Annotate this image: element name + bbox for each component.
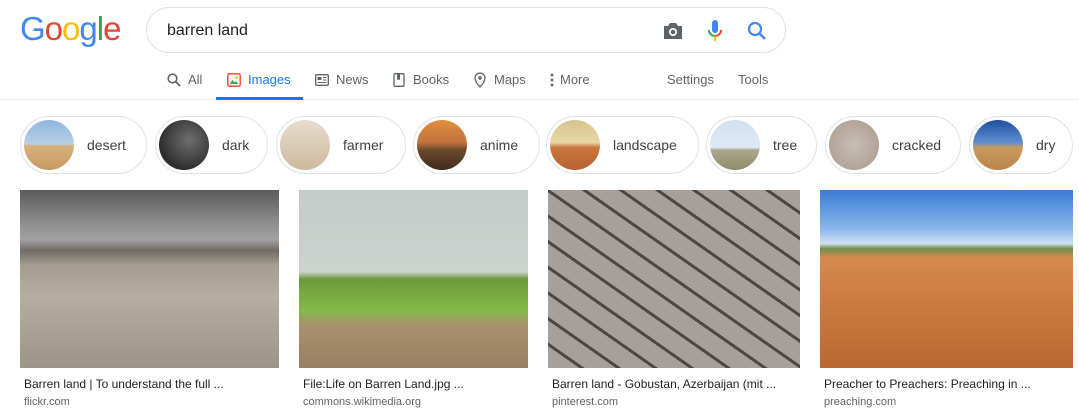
logo-letter: o: [44, 10, 63, 47]
result-title[interactable]: Preacher to Preachers: Preaching in ...: [820, 377, 1073, 391]
logo-letter: G: [20, 10, 46, 47]
result-title[interactable]: Barren land - Gobustan, Azerbaijan (mit …: [548, 377, 800, 391]
logo-letter: e: [103, 10, 121, 47]
search-icon[interactable]: [745, 19, 769, 43]
microphone-icon[interactable]: [703, 19, 727, 43]
images-icon: [226, 72, 242, 88]
chip-label: farmer: [343, 137, 384, 153]
tab-label: More: [560, 72, 590, 87]
chip-thumbnail: [829, 120, 879, 170]
map-pin-icon: [472, 71, 488, 88]
image-result[interactable]: File:Life on Barren Land.jpg ... commons…: [299, 190, 528, 408]
logo-letter: o: [62, 10, 80, 47]
image-result[interactable]: Barren land | To understand the full ...…: [20, 190, 279, 408]
chip-anime[interactable]: anime: [413, 116, 540, 174]
result-source[interactable]: flickr.com: [20, 396, 279, 408]
camera-icon[interactable]: [661, 19, 685, 43]
chip-label: anime: [480, 137, 519, 153]
chip-desert[interactable]: desert: [20, 116, 147, 174]
image-result[interactable]: Barren land - Gobustan, Azerbaijan (mit …: [548, 190, 800, 408]
tab-news[interactable]: News: [314, 60, 369, 99]
chip-farmer[interactable]: farmer: [276, 116, 406, 174]
chip-thumbnail: [280, 120, 330, 170]
news-icon: [314, 72, 330, 88]
chip-cracked[interactable]: cracked: [825, 116, 961, 174]
chip-thumbnail: [417, 120, 467, 170]
result-thumbnail[interactable]: [299, 190, 528, 368]
tab-label: Images: [248, 72, 291, 87]
result-source[interactable]: commons.wikimedia.org: [299, 396, 528, 408]
chip-thumbnail: [973, 120, 1023, 170]
tab-more[interactable]: More: [548, 60, 590, 99]
chip-label: landscape: [613, 137, 677, 153]
result-source[interactable]: preaching.com: [820, 396, 1073, 408]
book-icon: [391, 72, 407, 88]
related-search-chips: desert dark farmer anime landscape tree …: [0, 116, 1079, 174]
chip-thumbnail: [159, 120, 209, 170]
tab-settings[interactable]: Settings: [667, 60, 714, 99]
result-title[interactable]: File:Life on Barren Land.jpg ...: [299, 377, 528, 391]
chip-label: desert: [87, 137, 126, 153]
more-vertical-icon: [548, 72, 556, 88]
result-thumbnail[interactable]: [548, 190, 800, 368]
tab-label: All: [188, 72, 203, 87]
tab-books[interactable]: Books: [391, 60, 449, 99]
search-box: [146, 7, 786, 53]
result-source[interactable]: pinterest.com: [548, 396, 800, 408]
chip-thumbnail: [24, 120, 74, 170]
chip-tree[interactable]: tree: [706, 116, 817, 174]
chip-dark[interactable]: dark: [155, 116, 268, 174]
search-input[interactable]: [167, 18, 647, 44]
google-logo[interactable]: Google: [20, 10, 121, 47]
chip-label: tree: [773, 137, 798, 153]
tab-tools[interactable]: Tools: [738, 60, 768, 99]
chip-label: dry: [1036, 137, 1056, 153]
tab-label: Books: [413, 72, 450, 87]
result-title[interactable]: Barren land | To understand the full ...: [20, 377, 279, 391]
chip-dry[interactable]: dry: [969, 116, 1073, 174]
tab-label: Maps: [494, 72, 526, 87]
image-result[interactable]: Preacher to Preachers: Preaching in ... …: [820, 190, 1073, 408]
chip-thumbnail: [550, 120, 600, 170]
tab-maps[interactable]: Maps: [472, 60, 526, 99]
tab-all[interactable]: All: [166, 60, 202, 99]
chip-thumbnail: [710, 120, 760, 170]
result-thumbnail[interactable]: [820, 190, 1073, 368]
chip-label: dark: [222, 137, 250, 153]
search-icon: [166, 72, 182, 88]
tab-images[interactable]: Images: [216, 60, 303, 100]
tab-label: Settings: [667, 72, 714, 87]
result-thumbnail[interactable]: [20, 190, 279, 368]
chip-landscape[interactable]: landscape: [546, 116, 699, 174]
chip-label: cracked: [892, 137, 942, 153]
search-tabs: All Images News Books Maps More Settings…: [0, 60, 1079, 100]
tab-label: Tools: [738, 72, 769, 87]
tab-label: News: [336, 72, 369, 87]
logo-letter: g: [79, 10, 97, 47]
